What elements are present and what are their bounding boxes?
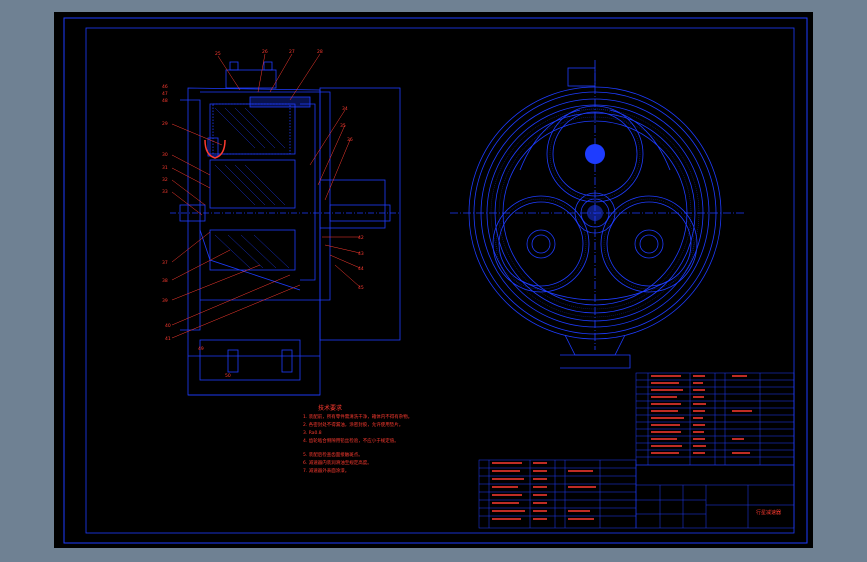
part-number: 38 xyxy=(162,278,168,284)
cad-drawing-canvas: 25 26 27 28 29 30 31 32 33 34 35 36 37 3… xyxy=(54,12,813,548)
part-number: 26 xyxy=(262,49,268,55)
part-number: 49 xyxy=(198,346,204,352)
part-number: 32 xyxy=(162,177,168,183)
part-number: 44 xyxy=(358,266,364,272)
drawing-sheet xyxy=(54,12,813,548)
drawing-title: 行星减速器 xyxy=(756,509,781,516)
part-number: 48 xyxy=(162,98,168,104)
part-number: 47 xyxy=(162,91,168,97)
tech-requirement-line: 1. 装配前，所有零件需清洗干净，箱体内不得有杂物。 xyxy=(303,413,412,420)
tech-requirements-title: 技术要求 xyxy=(318,404,342,412)
part-number: 36 xyxy=(347,137,353,143)
part-number: 34 xyxy=(342,106,348,112)
part-number: 50 xyxy=(225,373,231,379)
part-number: 40 xyxy=(165,323,171,329)
part-number: 27 xyxy=(289,49,295,55)
tech-requirement-line: 7. 减速器外表面涂漆。 xyxy=(303,467,349,474)
tech-requirement-line: 5. 装配后检查齿面接触斑点。 xyxy=(303,451,363,458)
part-number: 46 xyxy=(162,84,168,90)
part-number: 42 xyxy=(358,235,364,241)
part-number: 33 xyxy=(162,189,168,195)
part-number: 28 xyxy=(317,49,323,55)
part-number: 45 xyxy=(358,285,364,291)
part-number: 37 xyxy=(162,260,168,266)
tech-requirement-line: 6. 减速器内装润滑油至规定高度。 xyxy=(303,459,372,466)
tech-requirement-line: 3. Ra0.8 xyxy=(303,430,322,436)
tech-requirement-line: 4. 齿轮啮合侧隙用铅丝检验，不应小于规定值。 xyxy=(303,437,399,444)
part-number: 35 xyxy=(340,123,346,129)
part-number: 30 xyxy=(162,152,168,158)
tech-requirement-line: 2. 各密封处不得漏油，涂密封胶，允许使用垫片。 xyxy=(303,421,403,428)
part-number: 25 xyxy=(215,51,221,57)
part-number: 29 xyxy=(162,121,168,127)
part-number: 39 xyxy=(162,298,168,304)
part-number: 31 xyxy=(162,165,168,171)
part-number: 43 xyxy=(358,251,364,257)
part-number: 41 xyxy=(165,336,171,342)
